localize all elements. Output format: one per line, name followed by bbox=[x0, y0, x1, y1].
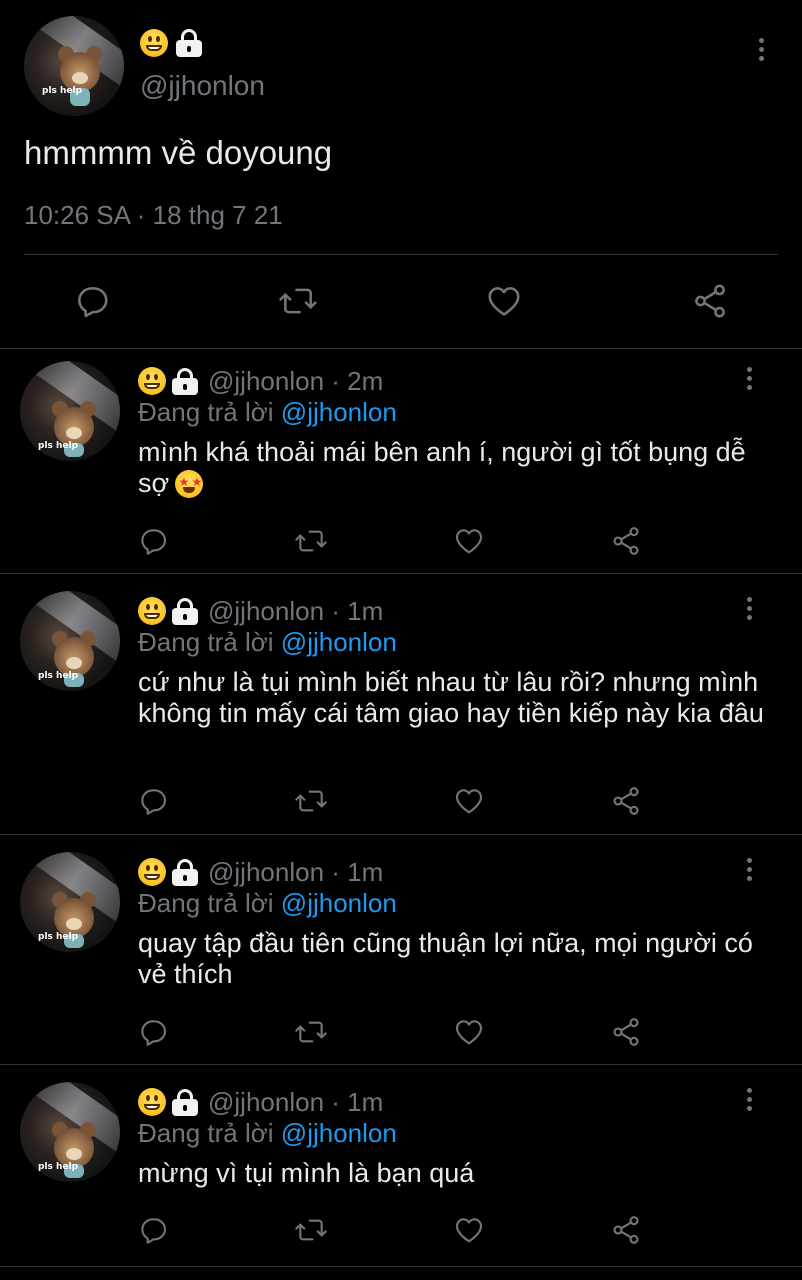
tweet-text: mừng vì tụi mình là bạn quá bbox=[138, 1158, 475, 1188]
avatar-caption: pls help bbox=[42, 86, 83, 96]
tweet-text: hmmmm về doyoung bbox=[24, 134, 333, 171]
mention-link[interactable]: @jjhonlon bbox=[281, 627, 397, 657]
replying-to-label: Đang trả lời bbox=[138, 1118, 274, 1148]
avatar-bear-snout bbox=[66, 918, 82, 930]
divider bbox=[24, 254, 778, 255]
reply-tweet[interactable]: pls help @jjhonlon · 1m Đang trả lời @jj… bbox=[0, 840, 802, 1064]
reply-icon[interactable] bbox=[136, 1016, 170, 1048]
grinning-face-icon bbox=[138, 367, 166, 395]
lock-icon bbox=[172, 1088, 198, 1116]
more-options-icon[interactable] bbox=[745, 597, 753, 620]
replying-to-line: Đang trả lời @jjhonlon bbox=[138, 888, 397, 919]
reply-icon[interactable] bbox=[72, 282, 112, 320]
replying-to-line: Đang trả lời @jjhonlon bbox=[138, 627, 397, 658]
like-icon[interactable] bbox=[452, 1016, 486, 1048]
retweet-icon[interactable] bbox=[276, 282, 320, 320]
user-handle-time[interactable]: @jjhonlon · 2m bbox=[208, 366, 383, 397]
tweet-text-content: mình khá thoải mái bên anh í, người gì t… bbox=[138, 437, 746, 498]
reply-header: @jjhonlon · 1m bbox=[138, 595, 383, 627]
reply-tweet[interactable]: pls help @jjhonlon · 1m Đang trả lời @jj… bbox=[0, 1070, 802, 1266]
replying-to-line: Đang trả lời @jjhonlon bbox=[138, 397, 397, 428]
replying-to-label: Đang trả lời bbox=[138, 627, 274, 657]
avatar[interactable]: pls help bbox=[20, 591, 120, 691]
reply-icon[interactable] bbox=[136, 1214, 170, 1246]
like-icon[interactable] bbox=[452, 785, 486, 817]
more-options-icon[interactable] bbox=[757, 38, 765, 61]
lock-icon bbox=[172, 367, 198, 395]
retweet-icon[interactable] bbox=[292, 785, 330, 817]
grinning-face-icon bbox=[138, 858, 166, 886]
reply-tweet[interactable]: pls help @jjhonlon · 2m Đang trả lời @jj… bbox=[0, 349, 802, 573]
share-icon[interactable] bbox=[609, 1016, 643, 1048]
avatar[interactable]: pls help bbox=[20, 361, 120, 461]
like-icon[interactable] bbox=[452, 1214, 486, 1246]
star-struck-icon: ★ ★ bbox=[175, 470, 204, 498]
divider bbox=[0, 1064, 802, 1065]
avatar-caption: pls help bbox=[38, 441, 79, 451]
replying-to-line: Đang trả lời @jjhonlon bbox=[138, 1118, 397, 1149]
avatar[interactable]: pls help bbox=[20, 852, 120, 952]
mention-link[interactable]: @jjhonlon bbox=[281, 397, 397, 427]
like-icon[interactable] bbox=[452, 525, 486, 557]
grinning-face-icon bbox=[138, 597, 166, 625]
divider bbox=[0, 1266, 802, 1267]
tweet-text: quay tập đầu tiên cũng thuận lợi nữa, mọ… bbox=[138, 928, 753, 989]
avatar[interactable]: pls help bbox=[24, 16, 124, 116]
lock-icon bbox=[172, 858, 198, 886]
more-options-icon[interactable] bbox=[745, 1088, 753, 1111]
avatar-caption: pls help bbox=[38, 932, 79, 942]
mention-link[interactable]: @jjhonlon bbox=[281, 888, 397, 918]
main-tweet[interactable]: pls help @jjhonlon hmmmm về doyoung 10:2… bbox=[0, 0, 802, 348]
tweet-text: cứ như là tụi mình biết nhau từ lâu rồi?… bbox=[138, 667, 764, 728]
avatar-caption: pls help bbox=[38, 1162, 79, 1172]
avatar[interactable]: pls help bbox=[20, 1082, 120, 1182]
replying-to-label: Đang trả lời bbox=[138, 888, 274, 918]
retweet-icon[interactable] bbox=[292, 1214, 330, 1246]
user-handle-time[interactable]: @jjhonlon · 1m bbox=[208, 1087, 383, 1118]
share-icon[interactable] bbox=[690, 282, 730, 320]
user-handle[interactable]: @jjhonlon bbox=[140, 70, 265, 102]
avatar-caption: pls help bbox=[38, 671, 79, 681]
like-icon[interactable] bbox=[484, 282, 524, 320]
display-name[interactable] bbox=[140, 28, 202, 58]
avatar-bear-snout bbox=[72, 72, 88, 84]
share-icon[interactable] bbox=[609, 1214, 643, 1246]
grinning-face-icon bbox=[138, 1088, 166, 1116]
grinning-face-icon bbox=[140, 29, 168, 57]
retweet-icon[interactable] bbox=[292, 525, 330, 557]
divider bbox=[0, 834, 802, 835]
avatar-bear-snout bbox=[66, 427, 82, 439]
retweet-icon[interactable] bbox=[292, 1016, 330, 1048]
avatar-bear-snout bbox=[66, 1148, 82, 1160]
mention-link[interactable]: @jjhonlon bbox=[281, 1118, 397, 1148]
reply-header: @jjhonlon · 2m bbox=[138, 365, 383, 397]
avatar-bear-snout bbox=[66, 657, 82, 669]
lock-icon bbox=[176, 29, 202, 57]
more-options-icon[interactable] bbox=[745, 367, 753, 390]
user-handle-time[interactable]: @jjhonlon · 1m bbox=[208, 596, 383, 627]
tweet-text: mình khá thoải mái bên anh í, người gì t… bbox=[138, 437, 768, 499]
reply-icon[interactable] bbox=[136, 785, 170, 817]
share-icon[interactable] bbox=[609, 785, 643, 817]
tweet-timestamp[interactable]: 10:26 SA · 18 thg 7 21 bbox=[24, 200, 283, 231]
share-icon[interactable] bbox=[609, 525, 643, 557]
divider bbox=[0, 573, 802, 574]
reply-tweet[interactable]: pls help @jjhonlon · 1m Đang trả lời @jj… bbox=[0, 579, 802, 833]
reply-header: @jjhonlon · 1m bbox=[138, 856, 383, 888]
reply-icon[interactable] bbox=[136, 525, 170, 557]
lock-icon bbox=[172, 597, 198, 625]
replying-to-label: Đang trả lời bbox=[138, 397, 274, 427]
reply-header: @jjhonlon · 1m bbox=[138, 1086, 383, 1118]
more-options-icon[interactable] bbox=[745, 858, 753, 881]
tweet-thread-screen: pls help @jjhonlon hmmmm về doyoung 10:2… bbox=[0, 0, 802, 1280]
user-handle-time[interactable]: @jjhonlon · 1m bbox=[208, 857, 383, 888]
